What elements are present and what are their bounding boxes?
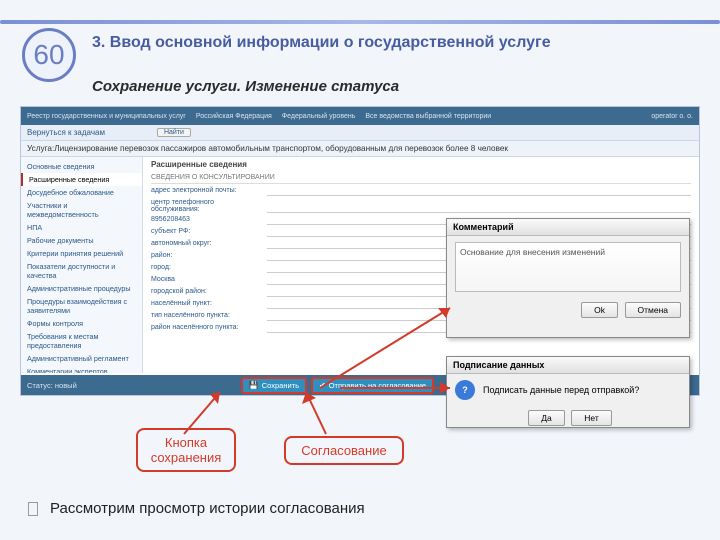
comment-dialog: Комментарий Основание для внесения измен… — [446, 218, 690, 338]
sidebar-item[interactable]: Административные процедуры — [21, 282, 142, 295]
app-topbar: Реестр государственных и муниципальных у… — [21, 107, 699, 125]
save-button[interactable]: Сохранить — [241, 377, 307, 394]
sidebar-item[interactable]: Досудебное обжалование — [21, 186, 142, 199]
sidebar-item[interactable]: Процедуры взаимодействия с заявителями — [21, 295, 142, 317]
sidebar-item[interactable]: Основные сведения — [21, 160, 142, 173]
field-label: автономный округ: — [151, 240, 261, 249]
yes-button[interactable]: Да — [528, 410, 564, 426]
field-label: населённый пункт: — [151, 300, 261, 309]
bullet-icon — [28, 502, 38, 516]
sidebar-item[interactable]: Комментарии экспертов — [21, 365, 142, 373]
sidebar-item[interactable]: Требования к местам предоставления — [21, 330, 142, 352]
slide-heading: 3. Ввод основной информации о государств… — [92, 34, 682, 52]
callout-save: Кнопка сохранения — [136, 428, 236, 472]
service-title: Услуга:Лицензирование перевозок пассажир… — [21, 141, 699, 157]
sidebar-item[interactable]: Формы контроля — [21, 317, 142, 330]
send-approval-button[interactable]: Отправить на согласование — [311, 377, 434, 394]
field-label: центр телефонного обслуживания: — [151, 199, 261, 213]
panel-title: Расширенные сведения — [151, 160, 691, 169]
field-label: район: — [151, 252, 261, 261]
field-label: район населённого пункта: — [151, 324, 261, 333]
question-icon: ? — [455, 380, 475, 400]
slide-number-badge: 60 — [22, 28, 76, 82]
sidebar-item[interactable]: НПА — [21, 221, 142, 234]
field-label: городской район: — [151, 288, 261, 297]
sidebar-item[interactable]: Показатели доступности и качества — [21, 260, 142, 282]
field-label: 8956208463 — [151, 216, 261, 225]
level-selector[interactable]: Федеральный уровень — [282, 113, 356, 120]
no-button[interactable]: Нет — [571, 410, 611, 426]
comment-textarea[interactable]: Основание для внесения изменений — [455, 242, 681, 292]
slide-bullet: Рассмотрим просмотр истории согласования — [28, 500, 365, 517]
field-label: тип населённого пункта: — [151, 312, 261, 321]
field-label: адрес электронной почты: — [151, 187, 261, 196]
user-label[interactable]: operator о. о. — [651, 113, 693, 120]
region-selector[interactable]: Российская Федерация — [196, 113, 272, 120]
sidebar-item[interactable]: Критерии принятия решений — [21, 247, 142, 260]
dialog-title: Комментарий — [447, 219, 689, 236]
cancel-button[interactable]: Отмена — [625, 302, 682, 318]
dialog-title: Подписание данных — [447, 357, 689, 374]
bullet-text: Рассмотрим просмотр истории согласования — [50, 500, 365, 517]
sidebar-item[interactable]: Рабочие документы — [21, 234, 142, 247]
sign-dialog: Подписание данных ? Подписать данные пер… — [446, 356, 690, 428]
field-input[interactable] — [267, 199, 691, 213]
status-label: Статус: новый — [27, 381, 77, 390]
dialog-message: Подписать данные перед отправкой? — [483, 385, 639, 395]
sidebar: Основные сведения Расширенные сведения Д… — [21, 157, 143, 373]
slide-subheading: Сохранение услуги. Изменение статуса — [92, 78, 399, 95]
breadcrumb-bar: Вернуться к задачам Найти — [21, 125, 699, 141]
app-logo-text: Реестр государственных и муниципальных у… — [27, 113, 186, 120]
field-label: субъект РФ: — [151, 228, 261, 237]
find-button[interactable]: Найти — [157, 128, 191, 137]
sidebar-item-active[interactable]: Расширенные сведения — [21, 173, 142, 186]
sidebar-item[interactable]: Административный регламент — [21, 352, 142, 365]
field-label: Москва — [151, 276, 261, 285]
field-input[interactable] — [267, 187, 691, 196]
ok-button[interactable]: Ok — [581, 302, 618, 318]
agency-selector[interactable]: Все ведомства выбранной территории — [365, 113, 491, 120]
back-link[interactable]: Вернуться к задачам — [27, 128, 105, 137]
sidebar-item[interactable]: Участники и межведомственность — [21, 199, 142, 221]
section-header: СВЕДЕНИЯ О КОНСУЛЬТИРОВАНИИ — [151, 172, 691, 184]
field-label: город: — [151, 264, 261, 273]
callout-agree: Согласование — [284, 436, 404, 465]
